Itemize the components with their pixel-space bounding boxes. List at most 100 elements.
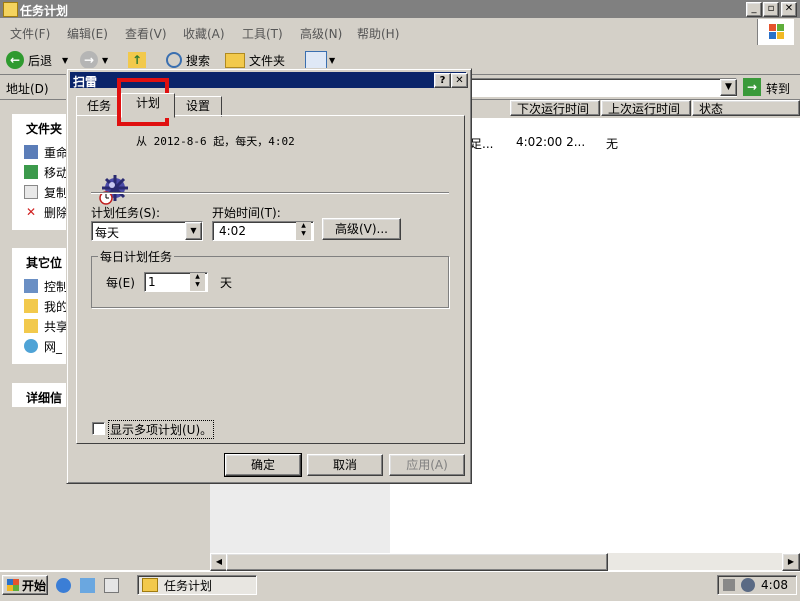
menu-help[interactable]: 帮助(H) (357, 25, 399, 42)
go-label[interactable]: 转到 (766, 80, 790, 97)
unit-day: 天 (220, 276, 233, 290)
copy-link[interactable]: 复制 (24, 184, 68, 200)
menu-edit[interactable]: 编辑(E) (67, 25, 108, 42)
network-link[interactable]: 网_ (24, 338, 62, 354)
system-tray: 4:08 (717, 575, 797, 595)
start-time-input[interactable]: 4:02 ▲ ▼ (212, 221, 314, 241)
forward-arrow-icon: → (80, 51, 98, 69)
multiple-schedules-checkbox[interactable] (92, 422, 105, 435)
my-documents-link[interactable]: 我的 (24, 298, 68, 314)
column-last-run[interactable]: 上次运行时间 (601, 100, 691, 116)
cancel-button[interactable]: 取消 (307, 454, 383, 476)
spin-up-icon[interactable]: ▲ (296, 222, 311, 230)
help-button[interactable]: ? (434, 73, 451, 88)
forward-button[interactable]: → ▼ (80, 51, 108, 69)
control-panel-icon (24, 279, 38, 293)
tab-settings[interactable]: 设置 (174, 96, 222, 117)
delete-label: 删除 (44, 205, 69, 220)
spin-up-icon[interactable]: ▲ (190, 273, 205, 281)
taskbar-item-label: 任务计划 (164, 578, 213, 593)
schedule-task-select[interactable]: 每天 ▼ (91, 221, 203, 241)
folder-clock-icon (142, 578, 158, 592)
folder-clock-icon (3, 2, 18, 17)
rename-link[interactable]: 重命 (24, 144, 68, 160)
menu-bar: 文件(F) 编辑(E) 查看(V) 收藏(A) 工具(T) 高级(N) 帮助(H… (0, 18, 800, 47)
move-label: 移动 (44, 165, 69, 180)
control-panel-label: 控制 (44, 279, 69, 294)
my-documents-label: 我的 (44, 299, 69, 314)
control-panel-link[interactable]: 控制 (24, 278, 68, 294)
dialog-close-button[interactable]: ✕ (451, 73, 468, 88)
copy-icon (24, 185, 38, 199)
up-folder-button[interactable]: ↑ (128, 51, 146, 69)
tab-task[interactable]: 任务 (76, 96, 122, 117)
start-time-spinner[interactable]: ▲ ▼ (296, 222, 311, 240)
network-status-icon[interactable] (741, 578, 756, 592)
delete-link[interactable]: ✕ 删除 (24, 204, 68, 220)
keyboard-icon[interactable] (723, 579, 736, 591)
start-time-value: 4:02 (219, 224, 246, 238)
schedule-tab-page: 从 2012-8-6 起，每天，4:02 计划任务(S): 每天 ▼ 开始时间(… (76, 115, 465, 444)
menu-tools[interactable]: 工具(T) (242, 25, 283, 42)
list-header: 下次运行时间 上次运行时间 状态 (470, 100, 800, 118)
group-title: 每日计划任务 (98, 248, 175, 265)
show-desktop-icon[interactable] (104, 578, 119, 593)
advanced-button[interactable]: 高级(V)... (322, 218, 401, 240)
every-days-input[interactable]: 1 ▲ ▼ (144, 272, 208, 292)
horizontal-scrollbar[interactable]: ◀ ▶ (210, 553, 800, 571)
folder-icon (24, 299, 38, 313)
row-cell-times[interactable]: 4:02:00 2... (516, 135, 585, 149)
scroll-thumb[interactable] (226, 553, 608, 571)
spin-down-icon[interactable]: ▼ (296, 230, 311, 238)
menu-favorites[interactable]: 收藏(A) (183, 25, 225, 42)
minesweeper-clock-icon (99, 175, 128, 205)
scroll-right-button[interactable]: ▶ (782, 553, 800, 571)
rename-icon (24, 145, 38, 159)
row-cell-status[interactable]: 无 (606, 135, 618, 152)
column-status[interactable]: 状态 (692, 100, 800, 116)
ie-icon[interactable] (56, 578, 71, 593)
search-button[interactable]: 搜索 (166, 51, 210, 69)
chevron-down-icon[interactable]: ▼ (185, 222, 202, 240)
back-button[interactable]: ← 后退 ▼ (6, 51, 68, 69)
shared-link[interactable]: 共享 (24, 318, 68, 334)
minimize-button[interactable]: _ (746, 2, 762, 17)
dialog-title: 扫雷 (73, 75, 98, 89)
start-label: 开始 (22, 578, 47, 593)
address-input[interactable] (470, 78, 737, 97)
rename-label: 重命 (44, 145, 69, 160)
views-button[interactable]: ▼ (305, 51, 335, 69)
menu-view[interactable]: 查看(V) (125, 25, 167, 42)
folders-label: 文件夹 (249, 53, 286, 68)
taskbar-item-scheduled-tasks[interactable]: 任务计划 (137, 575, 257, 595)
address-dropdown-button[interactable]: ▼ (720, 79, 737, 96)
go-arrow-icon[interactable]: → (743, 78, 761, 96)
windows-logo-icon (757, 19, 794, 45)
menu-advanced[interactable]: 高级(N) (300, 25, 342, 42)
column-next-run[interactable]: 下次运行时间 (510, 100, 600, 116)
tab-schedule[interactable]: 计划 (121, 93, 175, 118)
close-button[interactable]: ✕ (781, 2, 797, 17)
multiple-schedules-label[interactable]: 显示多项计划(U)。 (108, 420, 215, 439)
apply-button[interactable]: 应用(A) (389, 454, 465, 476)
every-days-spinner[interactable]: ▲ ▼ (190, 273, 205, 291)
delete-x-icon: ✕ (25, 205, 37, 219)
explorer-icon[interactable] (80, 578, 95, 593)
ok-button[interactable]: 确定 (224, 453, 302, 477)
network-icon (24, 339, 38, 353)
menu-file[interactable]: 文件(F) (10, 25, 50, 42)
folders-button[interactable]: 文件夹 (225, 51, 285, 69)
row-cell-schedule[interactable]: 足... (470, 135, 493, 152)
start-button[interactable]: 开始 (2, 575, 48, 595)
spin-down-icon[interactable]: ▼ (190, 281, 205, 289)
move-icon (24, 165, 38, 179)
address-label: 地址(D) (6, 82, 49, 96)
chevron-down-icon: ▼ (329, 55, 336, 65)
up-folder-icon: ↑ (128, 52, 146, 68)
clock[interactable]: 4:08 (761, 578, 788, 592)
main-title-bar[interactable]: 任务计划 _ ▫ ✕ (0, 0, 800, 18)
move-link[interactable]: 移动 (24, 164, 68, 180)
properties-dialog: 扫雷 ? ✕ 任务 计划 设置 从 2012-8-6 起，每天，4:02 计划任… (66, 68, 472, 484)
maximize-button[interactable]: ▫ (763, 2, 779, 17)
search-icon (166, 52, 182, 68)
